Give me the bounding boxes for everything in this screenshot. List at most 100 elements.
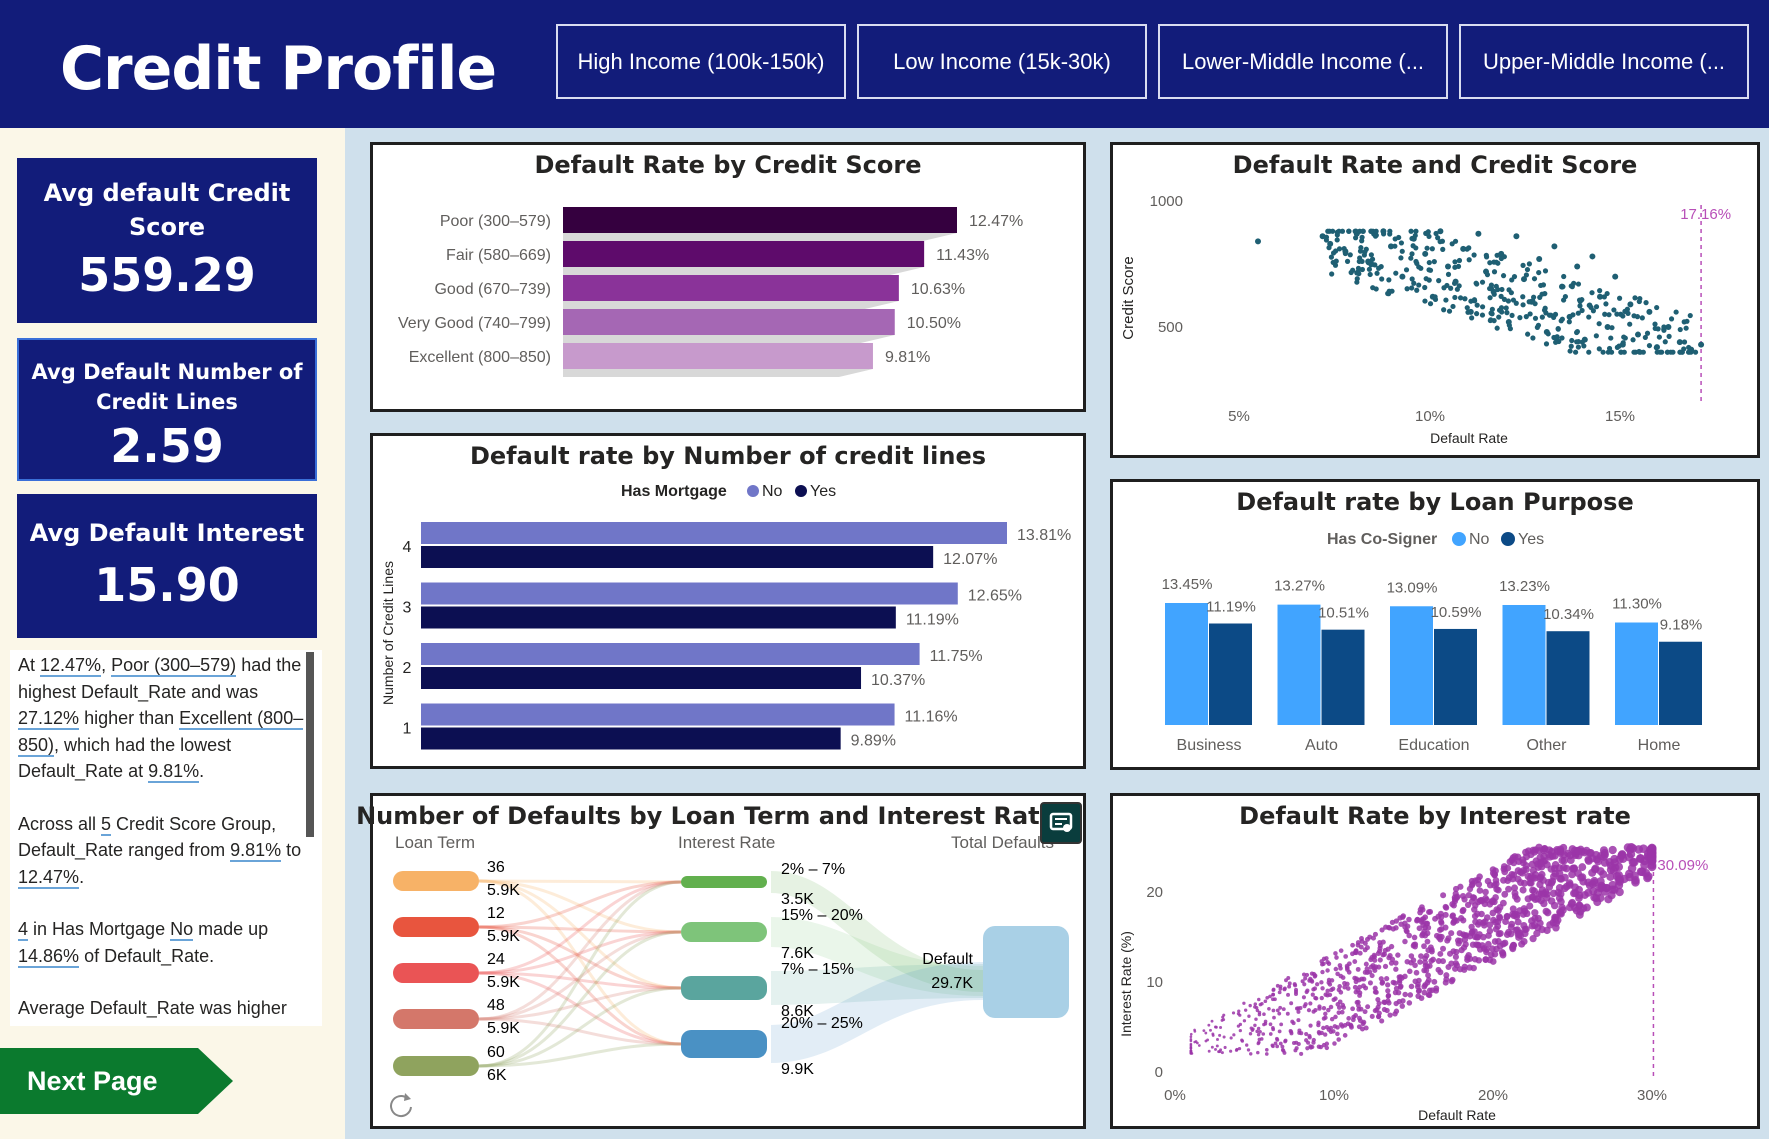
scatter-point [1293, 991, 1299, 996]
scatter-point [1456, 257, 1463, 264]
scatter-point [1313, 1008, 1318, 1013]
scatter-point [1654, 304, 1660, 311]
data-label: 13.23% [1499, 578, 1550, 595]
scatter-point [1264, 1047, 1269, 1052]
narrative-paragraph: Average Default_Rate was higher [18, 995, 314, 1022]
bar [563, 275, 899, 301]
scatter-point [1406, 1000, 1413, 1006]
scatter-point [1281, 1007, 1286, 1012]
scatter-point [1571, 883, 1579, 892]
slicer-upper-middle-income[interactable]: Upper-Middle Income (... [1459, 24, 1749, 99]
scatter-point [1493, 885, 1501, 893]
slicer-lower-middle-income[interactable]: Lower-Middle Income (... [1158, 24, 1448, 99]
scatter-point [1557, 897, 1565, 906]
scatter-point [1258, 1030, 1262, 1034]
scatter-point [1263, 999, 1268, 1004]
scatter-point [1326, 977, 1332, 983]
kpi-credit-lines: Avg Default Number of Credit Lines 2.59 [17, 338, 317, 481]
scatter-point [1319, 959, 1324, 964]
scatter-point [1271, 1026, 1275, 1030]
scatter-point [1542, 268, 1549, 274]
scatter-point [1218, 1050, 1222, 1054]
scatter-point [1577, 303, 1583, 309]
narrative-scrollbar[interactable] [306, 652, 314, 837]
bar [563, 241, 925, 267]
sankey-node [393, 1009, 479, 1029]
card-default-by-purpose[interactable]: Default rate by Loan Purpose Has Co-Sign… [1110, 479, 1760, 770]
scatter-point [1606, 865, 1616, 874]
card-default-by-score[interactable]: Default Rate by Credit Score Poor (300–5… [370, 142, 1086, 412]
next-page-button[interactable]: Next Page [0, 1048, 234, 1114]
scatter-point [1489, 897, 1497, 904]
scatter-point [1393, 925, 1399, 931]
scatter-point [1468, 877, 1476, 885]
slicer-low-income[interactable]: Low Income (15k-30k) [857, 24, 1147, 99]
scatter-point [1415, 993, 1422, 1000]
data-label: 10.37% [871, 672, 925, 689]
node-value: 29.7K [931, 975, 973, 992]
card-sankey[interactable]: Number of Defaults by Loan Term and Inte… [356, 793, 1086, 1129]
scatter-point [1380, 939, 1386, 945]
scatter-point [1425, 229, 1431, 235]
scatter-point [1570, 312, 1576, 318]
scatter-point [1342, 1033, 1348, 1038]
data-label: 11.19% [1206, 598, 1256, 615]
scatter-point [1424, 930, 1431, 937]
legend-marker [1501, 532, 1515, 546]
scatter-point [1210, 1019, 1214, 1023]
scatter-point [1504, 864, 1512, 872]
scatter-point [1452, 238, 1459, 244]
scatter-point [1343, 954, 1348, 959]
scatter-point [1604, 895, 1613, 904]
scatter-point [1328, 1025, 1334, 1031]
scatter-point [1600, 858, 1610, 867]
data-label: 13.27% [1274, 578, 1325, 595]
scatter-point [1578, 873, 1587, 882]
scatter-point [1642, 334, 1648, 341]
scatter-point [1302, 982, 1307, 987]
scatter-point [1402, 991, 1408, 998]
scatter-point [1333, 248, 1339, 254]
scatter-point [1636, 348, 1642, 355]
scatter-point [1402, 938, 1408, 945]
scatter-point [1500, 273, 1507, 279]
scatter-point [1218, 1033, 1222, 1037]
scatter-point [1229, 1036, 1233, 1040]
bar [1277, 604, 1321, 725]
scatter-point [1662, 339, 1668, 345]
scatter-point [1395, 989, 1402, 996]
scatter-point [1585, 848, 1594, 857]
reset-icon[interactable] [387, 1090, 417, 1120]
scatter-point [1386, 291, 1392, 297]
scatter-point [1248, 1003, 1252, 1008]
scatter-point [1432, 915, 1439, 922]
scatter-point [1508, 871, 1516, 878]
scatter-point [1379, 1018, 1385, 1024]
scatter-point [1495, 260, 1501, 266]
scatter-point [1338, 1022, 1344, 1027]
scatter-point [1479, 304, 1486, 310]
scatter-point [1375, 1004, 1381, 1010]
scatter-point [1497, 930, 1504, 937]
scatter-point [1232, 1033, 1236, 1037]
scatter-point [1503, 305, 1509, 311]
scatter-point [1450, 919, 1457, 926]
scatter-point [1538, 282, 1544, 289]
scatter-point [1687, 312, 1693, 319]
category-label: 4 [403, 539, 412, 556]
card-default-score-scatter[interactable]: Default Rate and Credit Score 500 1000 5% 1… [1110, 142, 1760, 458]
slicer-high-income[interactable]: High Income (100k-150k) [556, 24, 846, 99]
scatter-point [1628, 858, 1638, 867]
scatter-point [1392, 243, 1398, 249]
scatter-point [1441, 307, 1447, 313]
scatter-point [1189, 1032, 1193, 1036]
category-label: Good (670–739) [434, 281, 551, 298]
scatter-point [1369, 256, 1376, 262]
scatter-point [1429, 987, 1435, 994]
scatter-point [1574, 846, 1582, 855]
card-interest-scatter[interactable]: Default Rate by Interest rate 0 10 20 0% 10%… [1110, 793, 1760, 1129]
scatter-point [1509, 905, 1517, 913]
card-default-by-lines[interactable]: Default rate by Number of credit lines H… [370, 433, 1086, 769]
scatter-point [1325, 968, 1330, 973]
sankey-visual-icon-button[interactable] [1040, 802, 1082, 844]
